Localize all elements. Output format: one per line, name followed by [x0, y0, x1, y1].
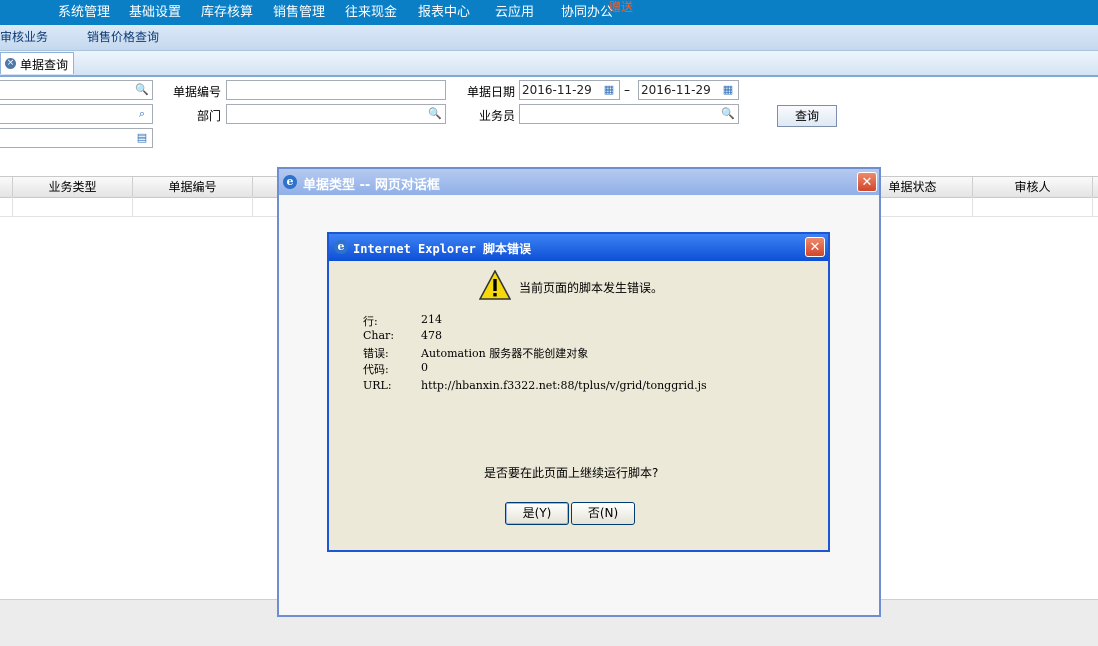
- sub-item-sales-price[interactable]: 销售价格查询: [87, 25, 159, 50]
- left-field-1[interactable]: 🔍: [0, 80, 153, 100]
- field-value-char: 478: [421, 329, 442, 342]
- magnifier-icon[interactable]: ⌕: [135, 107, 149, 121]
- doc-date-label: 单据日期: [467, 85, 516, 99]
- dept-label: 部门: [197, 109, 222, 123]
- error-message: 当前页面的脚本发生错误。: [519, 281, 664, 295]
- dialog-title: 单据类型 -- 网页对话框: [303, 178, 440, 193]
- menu-sales[interactable]: 销售管理: [273, 0, 325, 25]
- calendar-icon[interactable]: ▦: [602, 83, 616, 97]
- salesman-label: 业务员: [479, 109, 516, 123]
- search-icon[interactable]: 🔍: [428, 107, 442, 121]
- ie-icon: e: [334, 240, 348, 254]
- field-key-url: URL:: [363, 379, 392, 392]
- col-business-type[interactable]: 业务类型: [12, 177, 132, 197]
- table-cell: [132, 197, 252, 216]
- date-to-input[interactable]: 2016-11-29 ▦: [638, 80, 739, 100]
- sub-menu-bar: 待审核业务 销售价格查询: [0, 25, 1098, 51]
- ie-icon: e: [283, 175, 297, 189]
- doc-no-input[interactable]: [226, 80, 446, 100]
- doc-no-label: 单据编号: [173, 85, 222, 99]
- error-title: Internet Explorer 脚本错误: [353, 242, 532, 256]
- menu-collab[interactable]: 协同办公: [561, 0, 613, 25]
- close-icon[interactable]: ×: [5, 58, 16, 69]
- table-cell: [12, 197, 132, 216]
- table-cell: [972, 197, 1092, 216]
- field-key-code: 代码:: [363, 363, 389, 376]
- date-from-value: 2016-11-29: [522, 83, 592, 97]
- left-field-2[interactable]: ⌕: [0, 104, 153, 124]
- menu-system[interactable]: 系统管理: [58, 0, 110, 25]
- error-title-bar[interactable]: e Internet Explorer 脚本错误 ✕: [329, 234, 828, 261]
- date-to-value: 2016-11-29: [641, 83, 711, 97]
- field-key-line: 行:: [363, 315, 378, 328]
- col-edge: [1092, 177, 1098, 197]
- field-value-error: Automation 服务器不能创建对象: [421, 347, 589, 360]
- tab-label: 单据查询: [20, 58, 69, 72]
- list-picker-icon[interactable]: ▤: [135, 131, 149, 145]
- menu-cash[interactable]: 往来现金: [345, 0, 397, 25]
- field-key-char: Char:: [363, 329, 395, 342]
- menu-reports[interactable]: 报表中心: [418, 0, 470, 25]
- search-icon[interactable]: 🔍: [135, 83, 149, 97]
- salesman-input[interactable]: 🔍: [519, 104, 739, 124]
- script-error-dialog: e Internet Explorer 脚本错误 ✕ 当前页面的脚本发生错误。 …: [327, 232, 830, 552]
- field-value-code: 0: [421, 361, 428, 374]
- no-button[interactable]: 否(N): [571, 502, 635, 525]
- date-separator: –: [624, 83, 630, 97]
- calendar-icon[interactable]: ▦: [721, 83, 735, 97]
- left-field-3[interactable]: ▤: [0, 128, 153, 148]
- sub-item-pending-review[interactable]: 待审核业务: [0, 25, 48, 50]
- tab-doc-query[interactable]: × 单据查询: [0, 52, 74, 74]
- yes-button[interactable]: 是(Y): [505, 502, 569, 525]
- dialog-title-bar[interactable]: e 单据类型 -- 网页对话框 ✕: [279, 169, 879, 195]
- dept-input[interactable]: 🔍: [226, 104, 446, 124]
- continue-question: 是否要在此页面上继续运行脚本?: [484, 466, 659, 480]
- close-button[interactable]: ✕: [857, 172, 877, 192]
- tab-bar: [0, 51, 1098, 77]
- top-menu-bar: 系统管理 基础设置 库存核算 销售管理 往来现金 报表中心 云应用 协同办公 赠…: [0, 0, 1098, 25]
- col-doc-no[interactable]: 单据编号: [132, 177, 252, 197]
- search-icon[interactable]: 🔍: [721, 107, 735, 121]
- menu-cloud[interactable]: 云应用: [495, 0, 534, 25]
- menu-basic-settings[interactable]: 基础设置: [129, 0, 181, 25]
- warning-icon: [479, 270, 511, 300]
- query-button[interactable]: 查询: [777, 105, 837, 127]
- date-from-input[interactable]: 2016-11-29 ▦: [519, 80, 620, 100]
- close-button[interactable]: ✕: [805, 237, 825, 257]
- menu-gift-badge[interactable]: 赠送: [609, 0, 633, 15]
- table-cell: [1092, 197, 1098, 216]
- menu-inventory[interactable]: 库存核算: [201, 0, 253, 25]
- field-key-error: 错误:: [363, 347, 389, 360]
- col-reviewer[interactable]: 审核人: [972, 177, 1092, 197]
- field-value-line: 214: [421, 313, 442, 326]
- field-value-url: http://hbanxin.f3322.net:88/tplus/v/grid…: [421, 379, 707, 392]
